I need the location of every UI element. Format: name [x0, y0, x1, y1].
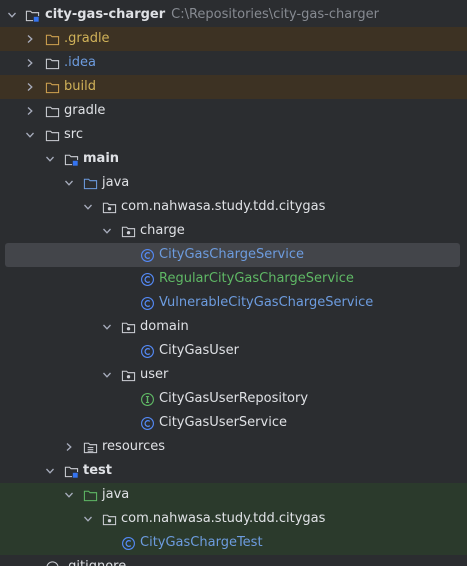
folder-icon — [45, 80, 60, 95]
tree-row-gradle[interactable]: gradle — [0, 99, 467, 123]
tree-label: CityGasUser — [159, 343, 239, 358]
tree-row-idea[interactable]: .idea — [0, 51, 467, 75]
chevron-down-icon[interactable] — [64, 178, 74, 188]
tree-label: com.nahwasa.study.tdd.citygas — [121, 511, 326, 526]
tree-label: RegularCityGasChargeService — [159, 271, 354, 286]
tree-row-gradle-hidden[interactable]: .gradle — [0, 27, 467, 51]
tree-row-charge[interactable]: charge — [0, 219, 467, 243]
chevron-down-icon[interactable] — [102, 370, 112, 380]
tree-label: CityGasChargeService — [159, 247, 304, 262]
tree-row-vulnerable-service[interactable]: VulnerableCityGasChargeService — [0, 291, 467, 315]
tree-label: java — [102, 175, 130, 190]
chevron-down-icon[interactable] — [45, 154, 55, 164]
tree-row-main-package[interactable]: com.nahwasa.study.tdd.citygas — [0, 195, 467, 219]
tree-row-user-repository[interactable]: CityGasUserRepository — [0, 387, 467, 411]
tree-row-user-package[interactable]: user — [0, 363, 467, 387]
source-folder-icon — [83, 176, 98, 191]
tree-row-test[interactable]: test — [0, 459, 467, 483]
class-icon — [140, 344, 155, 359]
chevron-down-icon[interactable] — [25, 130, 35, 140]
tree-label: CityGasUserService — [159, 415, 287, 430]
folder-icon — [45, 32, 60, 47]
package-icon — [121, 368, 136, 383]
package-icon — [121, 224, 136, 239]
interface-icon — [140, 392, 155, 407]
chevron-down-icon[interactable] — [45, 466, 55, 476]
class-icon — [140, 416, 155, 431]
tree-row-test-package[interactable]: com.nahwasa.study.tdd.citygas — [0, 507, 467, 531]
tree-label: user — [140, 367, 169, 382]
tree-label: .idea — [64, 55, 96, 70]
tree-label: build — [64, 79, 96, 94]
chevron-down-icon[interactable] — [64, 490, 74, 500]
tree-label: com.nahwasa.study.tdd.citygas — [121, 199, 326, 214]
chevron-down-icon[interactable] — [102, 322, 112, 332]
folder-icon — [45, 56, 60, 71]
tree-row-main-java[interactable]: java — [0, 171, 467, 195]
chevron-down-icon[interactable] — [83, 202, 93, 212]
tree-label: city-gas-charger C:\Repositories\city-gas… — [45, 3, 379, 27]
tree-row-gitignore[interactable]: .gitignore — [0, 555, 467, 566]
tree-label: java — [102, 487, 130, 502]
chevron-down-icon[interactable] — [83, 514, 93, 524]
tree-row-test-java[interactable]: java — [0, 483, 467, 507]
tree-label: VulnerableCityGasChargeService — [159, 295, 374, 310]
tree-label: charge — [140, 223, 185, 238]
tree-label: .gradle — [64, 31, 110, 46]
tree-label: test — [83, 463, 112, 478]
folder-icon — [45, 104, 60, 119]
tree-label: CityGasUserRepository — [159, 391, 309, 406]
tree-label: main — [83, 151, 120, 166]
project-name: city-gas-charger — [45, 7, 166, 22]
file-icon — [45, 560, 60, 566]
tree-label: src — [64, 127, 83, 142]
tree-row-user-class[interactable]: CityGasUser — [0, 339, 467, 363]
tree-row-build[interactable]: build — [0, 75, 467, 99]
package-icon — [102, 200, 117, 215]
resources-folder-icon — [83, 440, 98, 455]
class-icon — [121, 536, 136, 551]
chevron-right-icon[interactable] — [25, 106, 35, 116]
class-icon — [140, 296, 155, 311]
class-icon — [140, 272, 155, 287]
tree-row-main[interactable]: main — [0, 147, 467, 171]
chevron-right-icon[interactable] — [25, 58, 35, 68]
chevron-down-icon[interactable] — [102, 226, 112, 236]
tree-row-charge-service[interactable]: CityGasChargeService — [5, 243, 460, 267]
tree-label: gradle — [64, 103, 106, 118]
module-folder-icon — [25, 8, 40, 23]
chevron-right-icon[interactable] — [25, 82, 35, 92]
tree-label: .gitignore — [64, 555, 126, 566]
tree-row-src[interactable]: src — [0, 123, 467, 147]
project-tree: city-gas-charger C:\Repositories\city-gas… — [0, 0, 467, 566]
tree-label: domain — [140, 319, 189, 334]
test-folder-icon — [83, 488, 98, 503]
tree-row-test-class[interactable]: CityGasChargeTest — [0, 531, 467, 555]
chevron-right-icon[interactable] — [25, 34, 35, 44]
chevron-down-icon[interactable] — [7, 10, 17, 20]
project-path: C:\Repositories\city-gas-charger — [171, 7, 379, 22]
tree-row-project-root[interactable]: city-gas-charger C:\Repositories\city-gas… — [0, 3, 467, 27]
module-folder-icon — [64, 152, 79, 167]
tree-row-resources[interactable]: resources — [0, 435, 467, 459]
tree-label: resources — [102, 439, 166, 454]
tree-row-regular-service[interactable]: RegularCityGasChargeService — [0, 267, 467, 291]
package-icon — [102, 512, 117, 527]
chevron-right-icon[interactable] — [64, 442, 74, 452]
package-icon — [121, 320, 136, 335]
tree-row-domain[interactable]: domain — [0, 315, 467, 339]
folder-icon — [45, 128, 60, 143]
tree-row-user-service[interactable]: CityGasUserService — [0, 411, 467, 435]
module-folder-icon — [64, 464, 79, 479]
tree-label: CityGasChargeTest — [140, 535, 263, 550]
class-icon — [140, 248, 155, 263]
